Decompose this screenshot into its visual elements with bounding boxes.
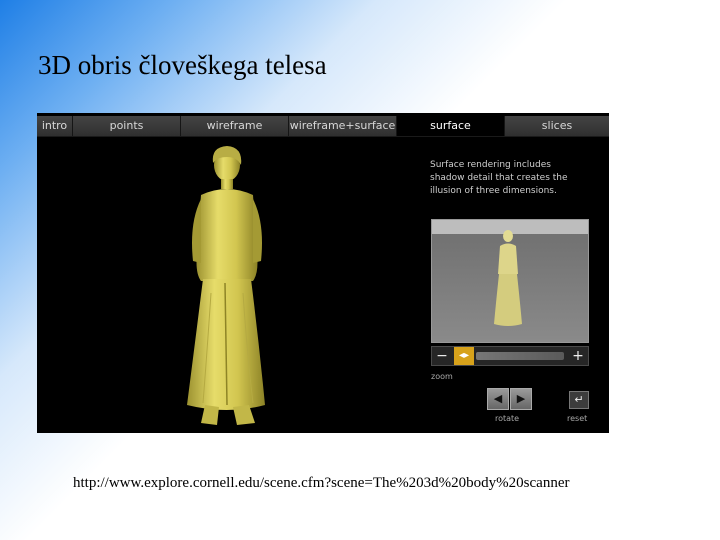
tab-wireframe-surface[interactable]: wireframe+surface [289,116,397,136]
zoom-in-button[interactable]: + [568,347,588,365]
zoom-slider[interactable]: − ◂▸ + [431,346,589,366]
reset-icon[interactable]: ↵ [569,391,589,409]
reset-label: reset [567,414,588,423]
body-scan-figure [187,146,265,425]
rotate-label: rotate [495,414,520,423]
rotate-right-button[interactable]: ▶ [510,388,532,410]
zoom-handle-icon[interactable]: ◂▸ [454,347,474,365]
zoom-label: zoom [431,372,453,381]
preview-figure [494,230,522,326]
tab-points[interactable]: points [73,116,181,136]
source-url[interactable]: http://www.explore.cornell.edu/scene.cfm… [73,475,569,492]
body-scanner-app: intro points wireframe wireframe+surface… [37,113,609,433]
rotate-left-button[interactable]: ◀ [487,388,509,410]
tab-slices[interactable]: slices [505,116,609,136]
slide-title: 3D obris človeškega telesa [38,50,327,80]
tab-intro[interactable]: intro [37,116,73,136]
tab-bar: intro points wireframe wireframe+surface… [37,116,609,137]
zoom-out-button[interactable]: − [432,347,452,365]
zoom-track[interactable] [476,352,564,360]
tab-surface[interactable]: surface [397,116,505,136]
tab-wireframe[interactable]: wireframe [181,116,289,136]
preview-viewport[interactable] [431,219,589,343]
caption-text: Surface rendering includes shadow detail… [430,160,568,196]
